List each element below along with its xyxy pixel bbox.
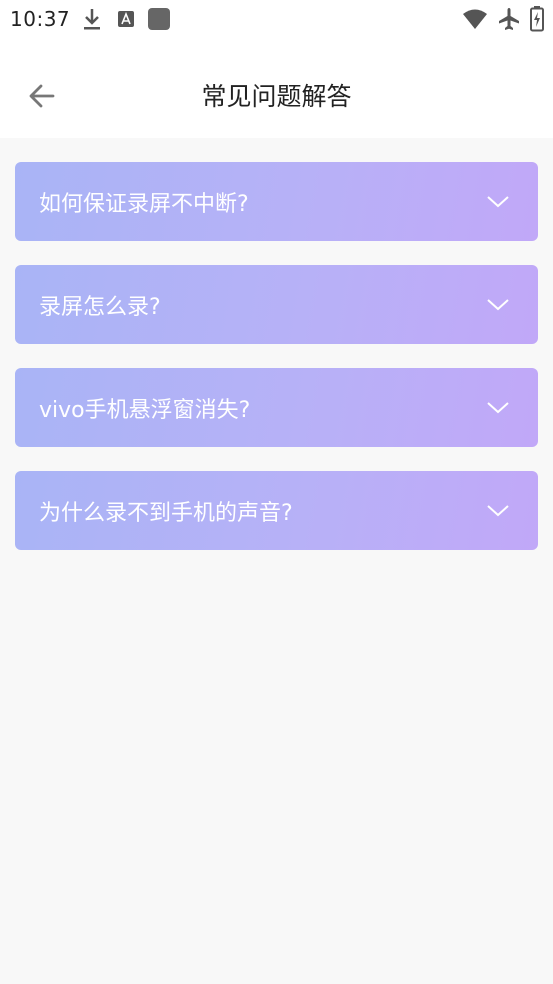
status-bar: 10:37 (0, 0, 553, 40)
faq-list: 如何保证录屏不中断? 录屏怎么录? vivo手机悬浮窗消失? 为什么录不到手机的… (15, 162, 538, 574)
airplane-icon (496, 6, 522, 36)
faq-question: 录屏怎么录? (39, 295, 161, 320)
page-title: 常见问题解答 (201, 82, 352, 111)
chevron-down-icon (486, 296, 510, 312)
faq-item[interactable]: 录屏怎么录? (15, 265, 538, 344)
faq-item[interactable]: vivo手机悬浮窗消失? (15, 368, 538, 447)
faq-question: 如何保证录屏不中断? (39, 192, 249, 217)
battery-charging-icon (530, 6, 544, 36)
chevron-down-icon (486, 193, 510, 209)
status-time: 10:37 (10, 7, 71, 31)
app-square-icon (147, 7, 171, 35)
download-icon (82, 7, 102, 35)
faq-item[interactable]: 为什么录不到手机的声音? (15, 471, 538, 550)
chevron-down-icon (486, 399, 510, 415)
faq-question: 为什么录不到手机的声音? (39, 501, 293, 526)
chevron-down-icon (486, 502, 510, 518)
faq-item[interactable]: 如何保证录屏不中断? (15, 162, 538, 241)
wifi-icon (462, 8, 488, 34)
app-header: 常见问题解答 (0, 40, 553, 138)
text-a-icon (117, 10, 135, 32)
faq-question: vivo手机悬浮窗消失? (39, 398, 251, 423)
